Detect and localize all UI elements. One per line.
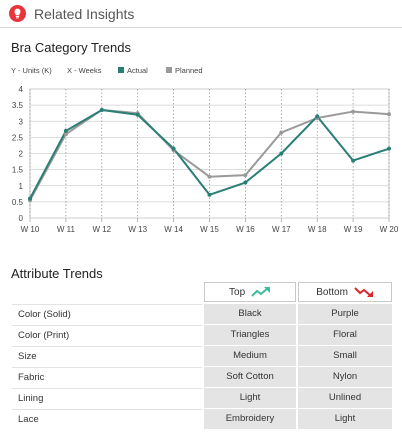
- data-point-actual: [99, 107, 104, 112]
- data-point-actual: [63, 128, 68, 133]
- trend-up-icon: [251, 286, 270, 297]
- table-row: Color (Solid) Black Purple: [12, 304, 396, 325]
- trend-down-icon: [354, 287, 373, 297]
- top-value: Black: [204, 304, 296, 324]
- table-row: Size Medium Small: [12, 346, 396, 367]
- attribute-trends-title: Attribute Trends: [11, 266, 103, 281]
- legend-planned[interactable]: Planned: [166, 66, 203, 75]
- legend-x-label: X - Weeks: [67, 66, 102, 75]
- bottom-value: Unlined: [298, 388, 392, 408]
- panel-title: Related Insights: [34, 6, 135, 22]
- data-point-actual: [279, 151, 284, 156]
- data-point-planned: [243, 173, 248, 178]
- bottom-value: Nylon: [298, 367, 392, 387]
- y-tick-label: 1: [19, 182, 24, 191]
- top-column-header: Top: [204, 282, 296, 302]
- data-point-planned: [279, 130, 284, 135]
- data-point-planned: [387, 112, 391, 117]
- legend-actual-swatch: [118, 67, 124, 74]
- attribute-label: Lining: [12, 388, 202, 408]
- data-point-planned: [351, 109, 356, 114]
- y-tick-label: 0.5: [12, 198, 24, 207]
- attribute-label: Lace: [12, 409, 202, 429]
- series-line-actual: [29, 108, 390, 200]
- x-tick-label: W 18: [308, 225, 327, 234]
- top-label: Top: [229, 287, 246, 298]
- y-tick-label: 2: [19, 150, 24, 159]
- data-point-actual: [135, 112, 140, 117]
- bottom-column-header: Bottom: [298, 282, 392, 302]
- x-tick-label: W 11: [57, 225, 76, 234]
- trend-line-chart: 0 0.5 1 1.5 2 2.5 3 3.5 4 W 10 W 11 W 12 W 13 W 14 W 1…: [12, 85, 399, 234]
- data-point-actual: [387, 146, 391, 151]
- y-tick-label: 0: [19, 214, 24, 223]
- x-tick-label: W 16: [236, 225, 255, 234]
- y-tick-label: 1.5: [12, 166, 24, 175]
- bottom-value: Light: [298, 409, 392, 429]
- top-value: Triangles: [204, 325, 296, 345]
- data-point-actual: [171, 146, 176, 151]
- chart-title: Bra Category Trends: [11, 40, 131, 55]
- table-row: Lining Light Unlined: [12, 388, 396, 409]
- data-point-planned: [207, 174, 212, 179]
- x-tick-label: W 12: [92, 225, 111, 234]
- attribute-label: Color (Solid): [12, 304, 202, 324]
- legend-y-label: Y - Units (K): [11, 66, 52, 75]
- series-line-planned: [29, 108, 390, 201]
- bottom-value: Floral: [298, 325, 392, 345]
- panel-header: Related Insights: [0, 0, 402, 28]
- data-point-actual: [243, 180, 248, 185]
- y-tick-label: 3.5: [12, 101, 24, 110]
- y-tick-label: 3: [19, 117, 24, 126]
- attribute-label: Size: [12, 346, 202, 366]
- data-point-actual: [351, 158, 356, 163]
- x-tick-label: W 17: [272, 225, 291, 234]
- attribute-label: Color (Print): [12, 325, 202, 345]
- x-tick-label: W 10: [21, 225, 40, 234]
- y-tick-label: 2.5: [12, 133, 24, 142]
- y-tick-label: 4: [19, 85, 24, 94]
- top-value: Medium: [204, 346, 296, 366]
- bottom-value: Purple: [298, 304, 392, 324]
- x-tick-label: W 19: [344, 225, 363, 234]
- top-value: Light: [204, 388, 296, 408]
- x-tick-label: W 13: [128, 225, 147, 234]
- data-point-actual: [315, 114, 320, 119]
- table-row: Lace Embroidery Light: [12, 409, 396, 430]
- bottom-value: Small: [298, 346, 392, 366]
- table-row: Color (Print) Triangles Floral: [12, 325, 396, 346]
- legend-actual[interactable]: Actual: [118, 66, 148, 75]
- x-tick-label: W 15: [200, 225, 219, 234]
- table-row: Fabric Soft Cotton Nylon: [12, 367, 396, 388]
- data-point-actual: [28, 196, 32, 201]
- data-point-actual: [207, 192, 212, 197]
- x-tick-label: W 14: [164, 225, 183, 234]
- bottom-label: Bottom: [316, 287, 348, 298]
- top-value: Soft Cotton: [204, 367, 296, 387]
- lightbulb-icon[interactable]: [9, 5, 26, 22]
- top-value: Embroidery: [204, 409, 296, 429]
- legend-planned-swatch: [166, 67, 172, 74]
- attribute-label: Fabric: [12, 367, 202, 387]
- x-tick-label: W 20: [380, 225, 399, 234]
